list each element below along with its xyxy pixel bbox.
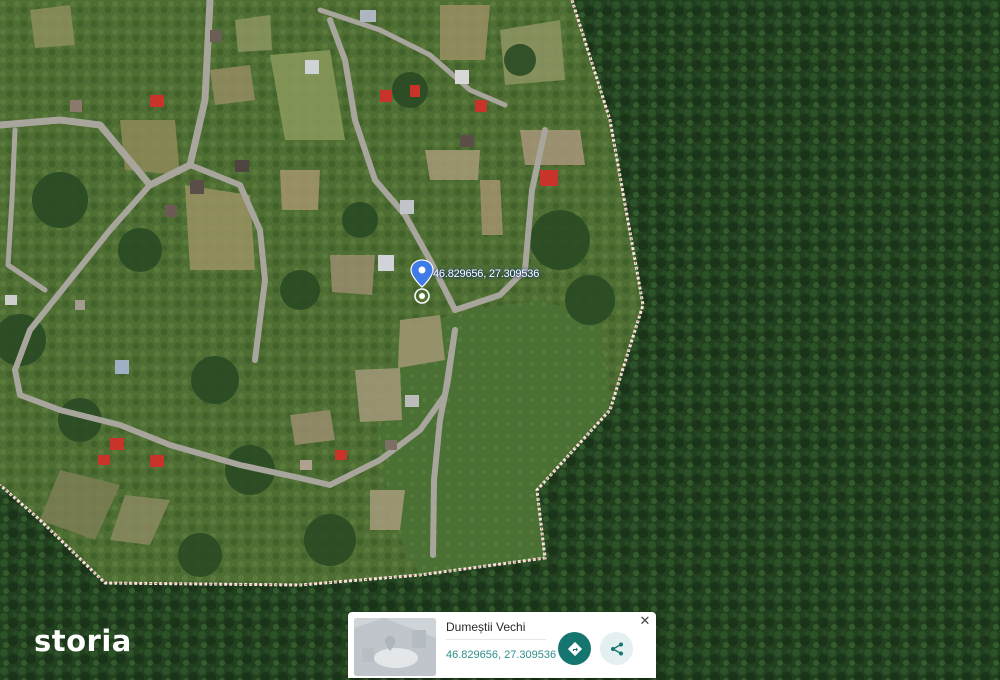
pin-coordinates-label: 46.829656, 27.309536 [433, 268, 540, 280]
close-icon[interactable]: ✕ [638, 614, 652, 628]
location-coordinates[interactable]: 46.829656, 27.309536 [446, 649, 556, 661]
storia-logo: storia [34, 624, 132, 658]
share-button[interactable] [600, 632, 633, 665]
location-info-card: Dumeștii Vechi 46.829656, 27.309536 ✕ [348, 612, 656, 678]
location-title: Dumeștii Vechi [446, 620, 526, 634]
share-icon [610, 642, 623, 655]
directions-icon [567, 641, 582, 656]
directions-button[interactable] [558, 632, 591, 665]
location-thumbnail[interactable] [354, 618, 436, 676]
satellite-map[interactable] [0, 0, 1000, 680]
card-divider [446, 639, 546, 640]
